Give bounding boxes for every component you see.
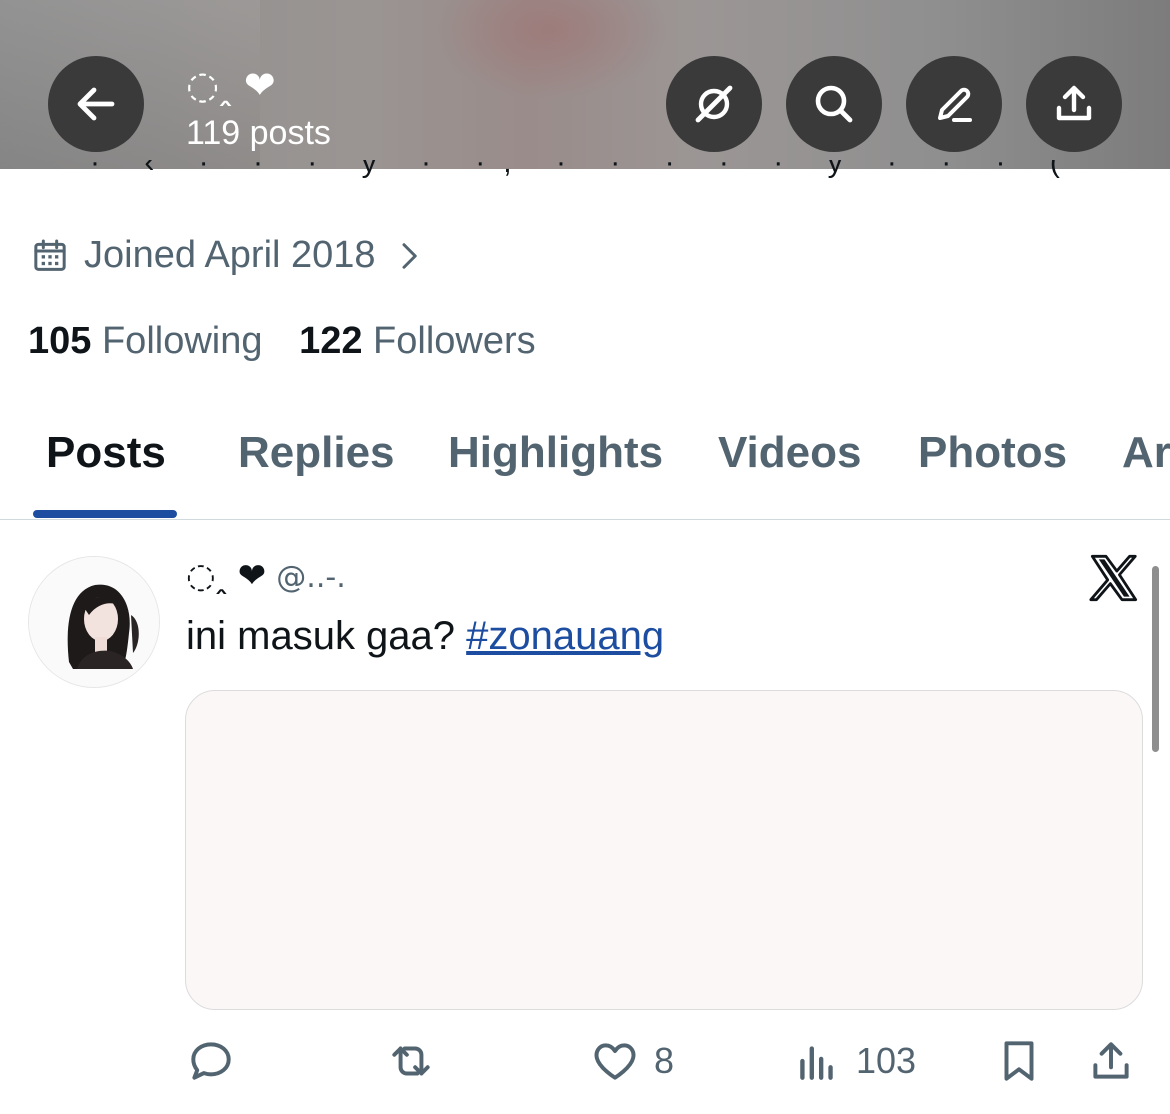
profile-tabs: Posts Replies Highlights Videos Photos A… — [0, 400, 1170, 520]
tab-posts[interactable]: Posts — [46, 428, 166, 478]
views-chart-icon — [800, 1046, 833, 1080]
repost-button[interactable] — [386, 1036, 450, 1086]
arrow-left-icon — [77, 87, 115, 121]
tab-replies[interactable]: Replies — [238, 428, 395, 478]
follow-stats: 105 Following 122 Followers — [28, 320, 562, 363]
chevron-right-icon — [402, 242, 417, 269]
post-author[interactable]: ◌ꞈ ❤ @..-. — [186, 556, 346, 596]
following-count: 105 — [28, 320, 92, 362]
post-author-name: ◌ꞈ ❤ — [186, 556, 267, 596]
header-display-name: ◌ꞈ ❤ — [186, 63, 276, 107]
bookmark-button[interactable] — [994, 1036, 1044, 1086]
share-post-button[interactable] — [1086, 1036, 1136, 1086]
tab-articles[interactable]: Ar — [1122, 428, 1170, 478]
tab-highlights[interactable]: Highlights — [448, 428, 663, 478]
share-icon — [1093, 1042, 1129, 1079]
back-button[interactable] — [48, 56, 144, 152]
joined-date[interactable]: Joined April 2018 — [30, 234, 424, 277]
share-icon — [1056, 85, 1092, 121]
followers-label: Followers — [373, 320, 536, 362]
scrollbar[interactable] — [1152, 566, 1159, 752]
post-media[interactable] — [185, 690, 1143, 1010]
post-author-handle: @..-. — [276, 560, 346, 595]
heart-icon — [594, 1043, 636, 1080]
following-label: Following — [101, 320, 263, 362]
views-count: 103 — [856, 1040, 917, 1081]
grok-button[interactable] — [666, 56, 762, 152]
reply-button[interactable] — [186, 1036, 250, 1086]
tab-videos[interactable]: Videos — [718, 428, 861, 478]
tab-photos[interactable]: Photos — [918, 428, 1067, 478]
like-button[interactable]: 8 — [590, 1036, 674, 1086]
post-body: ini masuk gaa? — [186, 614, 467, 658]
like-count: 8 — [654, 1040, 675, 1081]
avatar-image — [29, 557, 159, 687]
avatar[interactable] — [28, 556, 160, 688]
edit-icon — [938, 87, 972, 122]
search-icon — [815, 85, 853, 123]
followers-link[interactable]: 122 Followers — [299, 320, 536, 363]
header-posts-count: 119 posts — [186, 114, 331, 152]
repost-icon — [392, 1046, 430, 1076]
profile-header-banner: ◌ꞈ ❤ 119 posts — [0, 0, 1170, 169]
share-profile-button[interactable] — [1026, 56, 1122, 152]
reply-icon — [191, 1042, 231, 1080]
following-link[interactable]: 105 Following — [28, 320, 263, 363]
joined-label: Joined April 2018 — [84, 234, 376, 276]
active-tab-indicator — [33, 510, 177, 518]
followers-count: 122 — [299, 320, 363, 362]
banner-blur — [430, 0, 670, 100]
post-actions: 8 103 — [0, 1030, 1170, 1100]
post-text: ini masuk gaa? #zonauang — [186, 614, 664, 659]
x-logo-icon — [1089, 554, 1138, 602]
views-button[interactable]: 103 — [792, 1036, 916, 1086]
search-button[interactable] — [786, 56, 882, 152]
bookmark-icon — [1004, 1041, 1034, 1081]
bio-text-cropped: · ‹ · · · y · ·, · · · · · y · · · ( — [90, 160, 1078, 178]
hashtag-link[interactable]: #zonauang — [466, 614, 664, 658]
grok-icon — [695, 85, 733, 123]
calendar-icon — [34, 239, 66, 271]
edit-button[interactable] — [906, 56, 1002, 152]
